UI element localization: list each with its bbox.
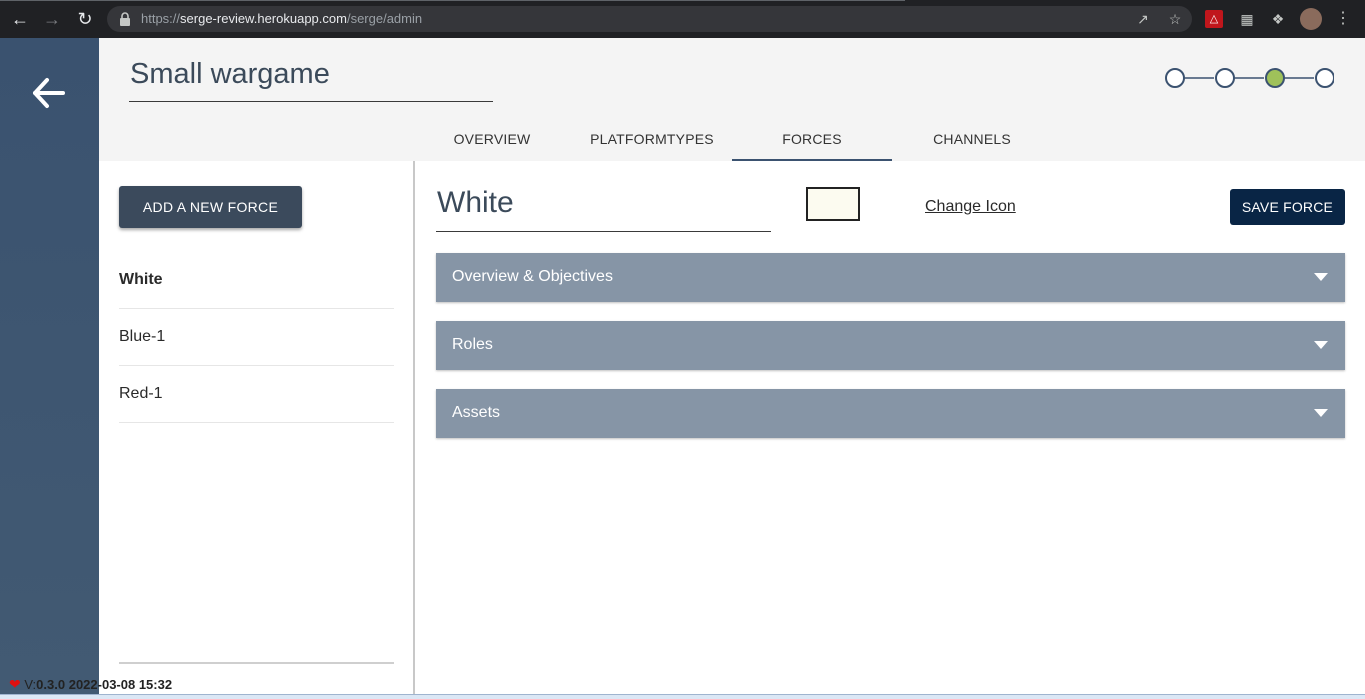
lock-icon	[120, 12, 130, 26]
version-number: 0.3.0	[36, 677, 66, 692]
accordion-label: Overview & Objectives	[452, 268, 613, 285]
url-host: serge-review.herokuapp.com	[180, 11, 347, 26]
star-icon[interactable]: ☆	[1166, 10, 1184, 28]
extension-icon[interactable]: ▦	[1237, 9, 1257, 29]
accordion-assets[interactable]: Assets	[436, 389, 1345, 438]
profile-avatar-icon[interactable]	[1300, 8, 1322, 30]
left-sidebar	[0, 38, 99, 699]
version-prefix: V:	[24, 677, 37, 692]
list-divider	[119, 662, 394, 664]
chevron-down-icon	[1314, 273, 1328, 281]
reload-icon[interactable]: ↻	[75, 9, 95, 29]
browser-forward-icon[interactable]: →	[42, 9, 62, 29]
heart-icon: ❤	[9, 676, 21, 692]
force-list-item-blue-1[interactable]: Blue-1	[119, 309, 394, 366]
force-list-item-red-1[interactable]: Red-1	[119, 366, 394, 423]
address-bar[interactable]: https://serge-review.herokuapp.com/serge…	[107, 6, 1192, 32]
game-title-input[interactable]: Small wargame	[129, 58, 493, 102]
force-color-swatch[interactable]	[806, 187, 860, 221]
taskbar-strip	[0, 694, 1365, 699]
progress-stepper	[1165, 68, 1334, 88]
browser-back-icon[interactable]: ←	[10, 9, 30, 29]
stepper-step-1[interactable]	[1165, 68, 1185, 88]
tab-overview[interactable]: OVERVIEW	[412, 118, 572, 161]
tab-platformtypes[interactable]: PLATFORMTYPES	[572, 118, 732, 161]
accordion-label: Roles	[452, 336, 493, 353]
admin-tabs: OVERVIEW PLATFORMTYPES FORCES CHANNELS	[99, 118, 1365, 161]
save-force-button[interactable]: SAVE FORCE	[1230, 189, 1345, 225]
version-info: ❤ V:0.3.0 2022-03-08 15:32	[9, 676, 172, 693]
accordion-roles[interactable]: Roles	[436, 321, 1345, 370]
pdf-extension-icon[interactable]: △	[1205, 10, 1223, 28]
accordion-label: Assets	[452, 404, 501, 421]
share-icon[interactable]: ↗	[1134, 10, 1152, 28]
browser-toolbar: ← → ↻ https://serge-review.herokuapp.com…	[0, 0, 1365, 38]
url-path: /serge/admin	[346, 11, 423, 26]
change-icon-link[interactable]: Change Icon	[925, 198, 1016, 216]
stepper-step-4[interactable]	[1315, 68, 1334, 88]
tab-forces[interactable]: FORCES	[732, 118, 892, 161]
back-arrow-icon[interactable]	[31, 76, 67, 110]
puzzle-icon[interactable]: ❖	[1268, 9, 1288, 29]
url-scheme: https://	[141, 11, 181, 26]
stepper-step-3[interactable]	[1265, 68, 1285, 88]
chevron-down-icon	[1314, 341, 1328, 349]
force-list: White Blue-1 Red-1	[119, 252, 394, 423]
force-list-item-white[interactable]: White	[119, 252, 394, 309]
chevron-down-icon	[1314, 409, 1328, 417]
force-editor-panel: White Change Icon SAVE FORCE Overview & …	[417, 161, 1365, 699]
tab-channels[interactable]: CHANNELS	[892, 118, 1052, 161]
add-force-button[interactable]: ADD A NEW FORCE	[119, 186, 302, 228]
url-text: https://serge-review.herokuapp.com/serge…	[141, 11, 422, 26]
force-list-panel: ADD A NEW FORCE White Blue-1 Red-1	[99, 161, 415, 699]
force-name-input[interactable]: White	[436, 186, 771, 232]
page-header: Small wargame OVERVIEW PLATFORMTYPES FOR…	[99, 38, 1365, 161]
stepper-step-2[interactable]	[1215, 68, 1235, 88]
build-date: 2022-03-08 15:32	[68, 677, 173, 692]
menu-dots-icon[interactable]: ⋮	[1333, 9, 1353, 29]
page-load-bar	[0, 0, 905, 1]
accordion-overview-objectives[interactable]: Overview & Objectives	[436, 253, 1345, 302]
